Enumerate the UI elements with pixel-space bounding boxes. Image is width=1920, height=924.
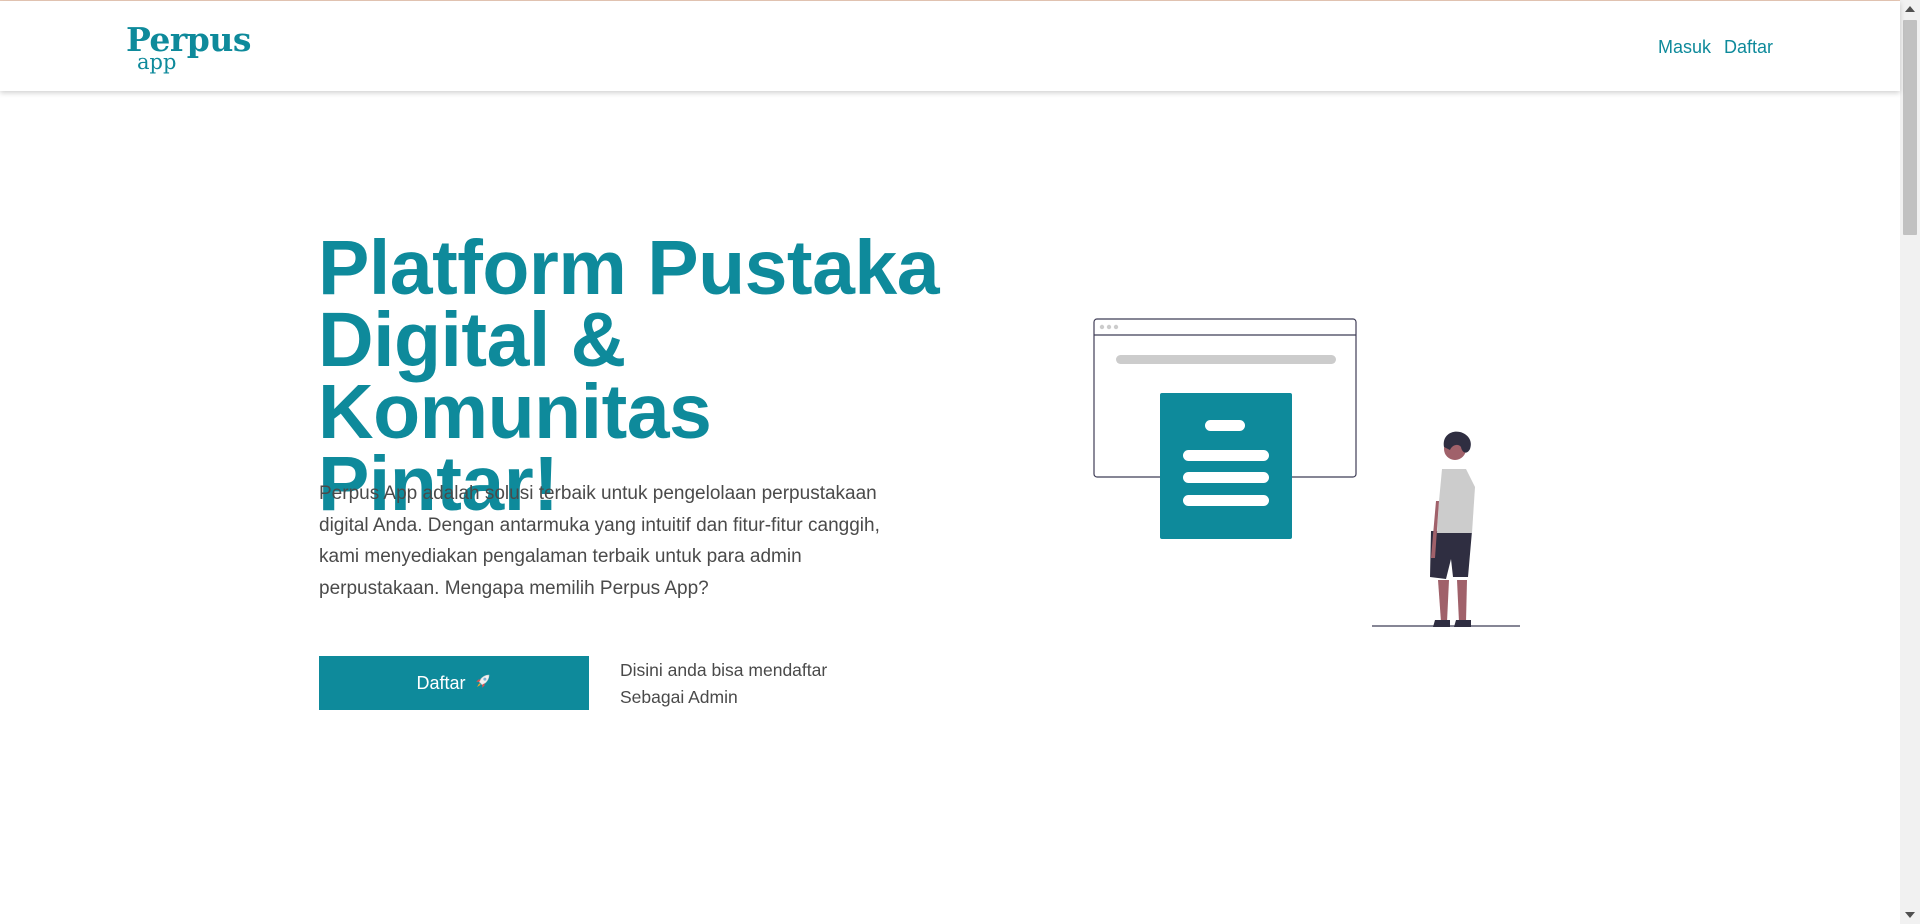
nav-links: Masuk Daftar bbox=[1658, 37, 1773, 58]
hero-title: Platform Pustaka Digital & Komunitas Pin… bbox=[318, 230, 1038, 523]
brand-logo[interactable]: Perpus app bbox=[126, 23, 251, 73]
scroll-up-icon[interactable] bbox=[1905, 6, 1915, 12]
person-illustration bbox=[1372, 431, 1520, 627]
daftar-button-label: Daftar bbox=[416, 672, 466, 693]
nav-link-daftar[interactable]: Daftar bbox=[1724, 37, 1773, 58]
vertical-scrollbar[interactable] bbox=[1900, 0, 1920, 924]
navbar: Perpus app Masuk Daftar bbox=[0, 1, 1900, 91]
document-illustration bbox=[1160, 393, 1292, 539]
cta-note-line: Sebagai Admin bbox=[620, 687, 738, 707]
nav-link-masuk[interactable]: Masuk bbox=[1658, 37, 1711, 58]
hero-illustration bbox=[1093, 318, 1520, 627]
cta-note: Disini anda bisa mendaftar Sebagai Admin bbox=[620, 657, 850, 711]
hero-description: Perpus App adalah solusi terbaik untuk p… bbox=[319, 483, 880, 599]
hero-title-line: Digital & Komunitas bbox=[318, 297, 712, 455]
rocket-icon bbox=[474, 672, 492, 695]
daftar-button[interactable]: Daftar bbox=[319, 656, 589, 710]
scrollbar-thumb[interactable] bbox=[1903, 20, 1917, 235]
cta-note-line: Disini anda bisa mendaftar bbox=[620, 660, 828, 680]
scroll-down-icon[interactable] bbox=[1905, 912, 1915, 918]
